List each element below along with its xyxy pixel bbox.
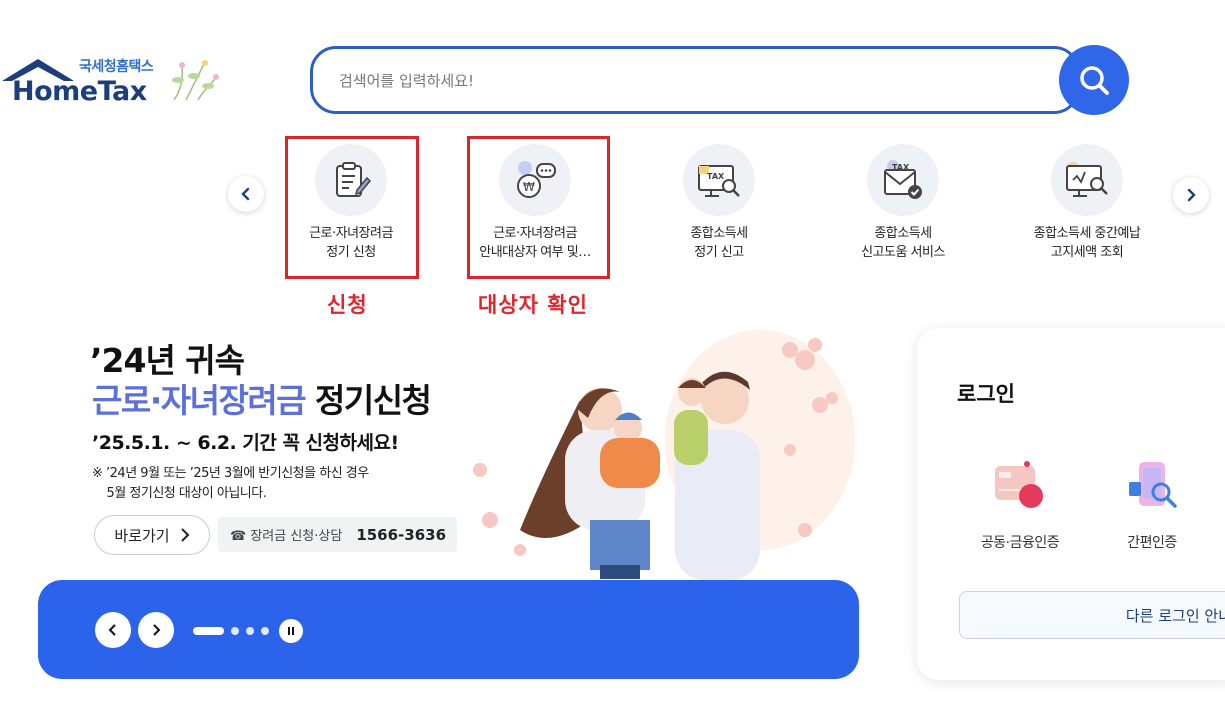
family-illustration	[473, 330, 855, 580]
phone-info: ☎ 장려금 신청·상담 1566-3636	[218, 517, 457, 552]
banner-prev-button[interactable]	[95, 612, 131, 648]
search-icon	[1080, 66, 1109, 95]
banner-indicator[interactable]	[231, 627, 239, 635]
quick-item-income-tax-filing[interactable]: TAX 종합소득세 정기 신고	[627, 142, 811, 272]
annotation-apply-label: 신청	[327, 293, 368, 317]
chevron-right-icon	[1187, 188, 1196, 202]
svg-text:TAX: TAX	[892, 163, 910, 172]
go-button[interactable]: 바로가기	[94, 515, 210, 555]
banner-title-accent: 근로·자녀장려금	[92, 381, 307, 420]
flower-decoration-icon	[172, 60, 219, 101]
annotation-target-check-label: 대상자 확인	[478, 293, 588, 317]
phone-auth-icon	[1129, 462, 1177, 508]
banner-title: 근로·자녀장려금 정기신청	[92, 374, 432, 422]
tax-monitor-icon: TAX	[698, 165, 740, 197]
other-login-button[interactable]: 다른 로그인 안내	[959, 591, 1225, 639]
go-button-label: 바로가기	[114, 526, 170, 545]
chevron-right-icon	[153, 624, 161, 636]
quick-item-interim-prepayment[interactable]: 종합소득세 중간예납 고지세액 조회	[995, 142, 1179, 272]
banner-indicator-active[interactable]	[193, 627, 224, 635]
certificate-card-icon	[995, 461, 1043, 508]
chevron-left-icon	[108, 624, 116, 636]
pause-icon	[288, 627, 294, 635]
phone-number: 1566-3636	[356, 525, 447, 544]
search-input[interactable]	[339, 67, 1039, 95]
simple-auth-login-button[interactable]: 간편인증	[1087, 458, 1217, 558]
quick-item-label: 종합소득세 정기 신고	[690, 226, 748, 260]
chevron-left-icon	[241, 187, 250, 201]
other-login-label: 다른 로그인 안내	[1125, 606, 1225, 625]
search-box	[310, 46, 1080, 114]
login-panel: 로그인 공동·금융인증 간편인증 다른 로그인 안내	[917, 328, 1225, 680]
certificate-login-button[interactable]: 공동·금융인증	[955, 458, 1085, 558]
login-title: 로그인	[957, 382, 1015, 406]
banner-title-rest: 정기신청	[305, 381, 432, 420]
banner-note: ※ ’24년 9월 또는 ’25년 3월에 반기신청을 하신 경우 5월 정기신…	[92, 466, 369, 501]
quick-item-label: 종합소득세 신고도움 서비스	[861, 226, 945, 260]
hometax-logo[interactable]: 국세청홈택스 HomeTax	[0, 52, 225, 112]
quick-item-label: 종합소득세 중간예납 고지세액 조회	[1033, 226, 1141, 260]
highlight-box-apply	[285, 136, 419, 279]
search-button[interactable]	[1059, 45, 1129, 115]
quick-item-icon-bg	[1051, 144, 1123, 216]
logo-korean-text: 국세청홈택스	[79, 59, 154, 75]
simple-auth-login-label: 간편인증	[1127, 535, 1177, 551]
banner-pause-button[interactable]	[279, 619, 303, 643]
logo-english-text: HomeTax	[12, 76, 147, 107]
banner-indicator[interactable]	[261, 627, 269, 635]
tax-envelope-icon: TAX	[884, 160, 922, 199]
quick-item-income-tax-help[interactable]: TAX 종합소득세 신고도움 서비스	[811, 142, 995, 272]
banner-indicator[interactable]	[246, 627, 254, 635]
chevron-right-icon	[180, 528, 190, 542]
certificate-login-label: 공동·금융인증	[980, 535, 1060, 551]
highlight-box-target-check	[467, 136, 610, 279]
banner-next-button[interactable]	[138, 612, 174, 648]
won-monitor-search-icon	[1066, 162, 1108, 197]
quick-item-icon-bg: TAX	[683, 144, 755, 216]
svg-text:TAX: TAX	[707, 172, 725, 181]
quick-item-icon-bg: TAX	[867, 144, 939, 216]
banner-period: ’25.5.1. ~ 6.2. 기간 꼭 신청하세요!	[92, 432, 399, 454]
phone-label: ☎ 장려금 신청·상담	[230, 529, 343, 544]
